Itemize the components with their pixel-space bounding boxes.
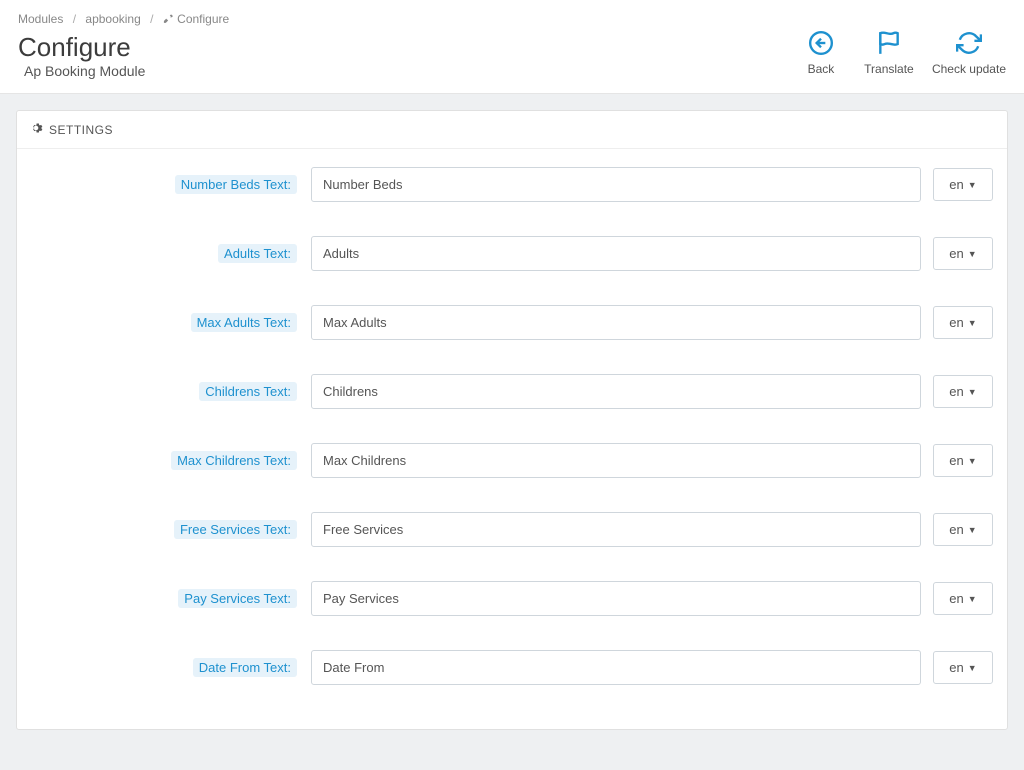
chevron-down-icon: ▼ — [968, 525, 977, 535]
gears-icon — [29, 121, 43, 138]
lang-button-childrens[interactable]: en▼ — [933, 375, 993, 408]
lang-button-free-services[interactable]: en▼ — [933, 513, 993, 546]
chevron-down-icon: ▼ — [968, 180, 977, 190]
lang-button-max-childrens[interactable]: en▼ — [933, 444, 993, 477]
arrow-left-circle-icon — [796, 30, 846, 56]
label-free-services: Free Services Text: — [174, 520, 297, 539]
input-childrens[interactable] — [311, 374, 921, 409]
input-number-beds[interactable] — [311, 167, 921, 202]
row-pay-services: Pay Services Text: en▼ — [31, 581, 993, 616]
breadcrumb-apbooking[interactable]: apbooking — [85, 12, 140, 26]
label-max-adults: Max Adults Text: — [191, 313, 297, 332]
label-number-beds: Number Beds Text: — [175, 175, 297, 194]
toolbar: Back Translate Check update — [796, 30, 1006, 76]
settings-title: SETTINGS — [49, 123, 113, 137]
page-subtitle: Ap Booking Module — [24, 63, 145, 79]
input-max-adults[interactable] — [311, 305, 921, 340]
input-pay-services[interactable] — [311, 581, 921, 616]
breadcrumb-sep: / — [73, 12, 76, 26]
row-adults: Adults Text: en▼ — [31, 236, 993, 271]
wrench-icon — [163, 12, 177, 26]
flag-icon — [864, 30, 914, 56]
lang-button-pay-services[interactable]: en▼ — [933, 582, 993, 615]
label-pay-services: Pay Services Text: — [178, 589, 297, 608]
row-free-services: Free Services Text: en▼ — [31, 512, 993, 547]
back-label: Back — [796, 62, 846, 76]
breadcrumb-modules[interactable]: Modules — [18, 12, 63, 26]
breadcrumb-current: Configure — [177, 12, 229, 26]
chevron-down-icon: ▼ — [968, 318, 977, 328]
page-header: Modules / apbooking / Configure Configur… — [0, 0, 1024, 94]
lang-button-max-adults[interactable]: en▼ — [933, 306, 993, 339]
lang-button-number-beds[interactable]: en▼ — [933, 168, 993, 201]
title-block: Configure Ap Booking Module — [18, 32, 145, 79]
chevron-down-icon: ▼ — [968, 249, 977, 259]
row-number-beds: Number Beds Text: en▼ — [31, 167, 993, 202]
label-max-childrens: Max Childrens Text: — [171, 451, 297, 470]
translate-label: Translate — [864, 62, 914, 76]
input-free-services[interactable] — [311, 512, 921, 547]
label-date-from: Date From Text: — [193, 658, 297, 677]
row-childrens: Childrens Text: en▼ — [31, 374, 993, 409]
settings-body: Number Beds Text: en▼ Adults Text: en▼ M… — [17, 149, 1007, 729]
input-max-childrens[interactable] — [311, 443, 921, 478]
label-childrens: Childrens Text: — [199, 382, 297, 401]
refresh-icon — [932, 30, 1006, 56]
check-update-label: Check update — [932, 62, 1006, 76]
chevron-down-icon: ▼ — [968, 594, 977, 604]
chevron-down-icon: ▼ — [968, 387, 977, 397]
translate-button[interactable]: Translate — [864, 30, 914, 76]
lang-button-adults[interactable]: en▼ — [933, 237, 993, 270]
chevron-down-icon: ▼ — [968, 456, 977, 466]
lang-button-date-from[interactable]: en▼ — [933, 651, 993, 684]
row-max-childrens: Max Childrens Text: en▼ — [31, 443, 993, 478]
breadcrumb-sep: / — [150, 12, 153, 26]
row-date-from: Date From Text: en▼ — [31, 650, 993, 685]
breadcrumb: Modules / apbooking / Configure — [18, 12, 1006, 26]
chevron-down-icon: ▼ — [968, 663, 977, 673]
back-button[interactable]: Back — [796, 30, 846, 76]
input-date-from[interactable] — [311, 650, 921, 685]
content: SETTINGS Number Beds Text: en▼ Adults Te… — [0, 94, 1024, 770]
settings-panel: SETTINGS Number Beds Text: en▼ Adults Te… — [16, 110, 1008, 730]
check-update-button[interactable]: Check update — [932, 30, 1006, 76]
label-adults: Adults Text: — [218, 244, 297, 263]
row-max-adults: Max Adults Text: en▼ — [31, 305, 993, 340]
input-adults[interactable] — [311, 236, 921, 271]
settings-panel-heading: SETTINGS — [17, 111, 1007, 149]
page-title: Configure — [18, 32, 145, 63]
